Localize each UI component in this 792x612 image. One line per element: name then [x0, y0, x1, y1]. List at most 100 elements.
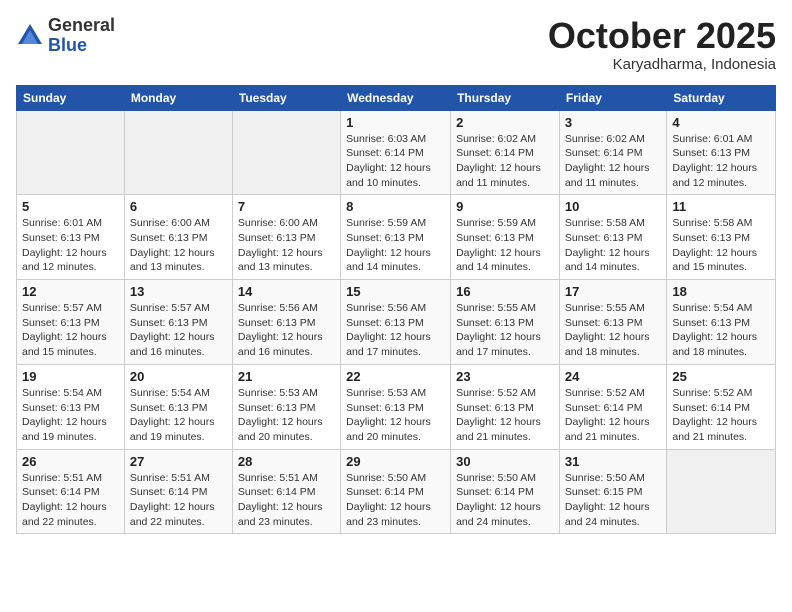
- day-detail: Sunrise: 5:59 AMSunset: 6:13 PMDaylight:…: [456, 216, 554, 275]
- day-number: 9: [456, 199, 554, 214]
- logo: General Blue: [16, 16, 115, 56]
- day-number: 2: [456, 115, 554, 130]
- calendar-cell: [232, 110, 340, 195]
- calendar-cell: 19 Sunrise: 5:54 AMSunset: 6:13 PMDayligh…: [17, 364, 125, 449]
- day-number: 23: [456, 369, 554, 384]
- calendar-cell: 25 Sunrise: 5:52 AMSunset: 6:14 PMDayligh…: [667, 364, 776, 449]
- day-detail: Sunrise: 5:58 AMSunset: 6:13 PMDaylight:…: [672, 216, 770, 275]
- day-detail: Sunrise: 5:51 AMSunset: 6:14 PMDaylight:…: [22, 471, 119, 530]
- calendar-cell: 22 Sunrise: 5:53 AMSunset: 6:13 PMDayligh…: [341, 364, 451, 449]
- calendar-cell: 1 Sunrise: 6:03 AMSunset: 6:14 PMDaylight…: [341, 110, 451, 195]
- day-detail: Sunrise: 5:57 AMSunset: 6:13 PMDaylight:…: [130, 301, 227, 360]
- day-number: 7: [238, 199, 335, 214]
- calendar-cell: 4 Sunrise: 6:01 AMSunset: 6:13 PMDaylight…: [667, 110, 776, 195]
- day-detail: Sunrise: 5:56 AMSunset: 6:13 PMDaylight:…: [238, 301, 335, 360]
- location: Karyadharma, Indonesia: [548, 56, 776, 73]
- calendar-cell: 2 Sunrise: 6:02 AMSunset: 6:14 PMDaylight…: [451, 110, 560, 195]
- day-number: 12: [22, 284, 119, 299]
- day-detail: Sunrise: 5:50 AMSunset: 6:14 PMDaylight:…: [456, 471, 554, 530]
- calendar-cell: 17Sunrise: 5:55 AMSunset: 6:13 PMDayligh…: [559, 280, 666, 365]
- calendar-cell: 9 Sunrise: 5:59 AMSunset: 6:13 PMDaylight…: [451, 195, 560, 280]
- calendar-cell: 8 Sunrise: 5:59 AMSunset: 6:13 PMDaylight…: [341, 195, 451, 280]
- day-number: 1: [346, 115, 445, 130]
- calendar-cell: 24Sunrise: 5:52 AMSunset: 6:14 PMDayligh…: [559, 364, 666, 449]
- calendar-cell: 5Sunrise: 6:01 AMSunset: 6:13 PMDaylight…: [17, 195, 125, 280]
- day-number: 31: [565, 454, 661, 469]
- day-detail: Sunrise: 6:02 AMSunset: 6:14 PMDaylight:…: [565, 132, 661, 191]
- week-row-2: 5Sunrise: 6:01 AMSunset: 6:13 PMDaylight…: [17, 195, 776, 280]
- calendar-cell: 6 Sunrise: 6:00 AMSunset: 6:13 PMDaylight…: [124, 195, 232, 280]
- day-number: 26: [22, 454, 119, 469]
- page-header: General Blue October 2025 Karyadharma, I…: [16, 16, 776, 73]
- day-number: 8: [346, 199, 445, 214]
- day-detail: Sunrise: 6:03 AMSunset: 6:14 PMDaylight:…: [346, 132, 445, 191]
- day-number: 13: [130, 284, 227, 299]
- calendar-cell: 18 Sunrise: 5:54 AMSunset: 6:13 PMDayligh…: [667, 280, 776, 365]
- day-number: 15: [346, 284, 445, 299]
- day-detail: Sunrise: 5:50 AMSunset: 6:14 PMDaylight:…: [346, 471, 445, 530]
- day-number: 27: [130, 454, 227, 469]
- weekday-header-saturday: Saturday: [667, 85, 776, 110]
- calendar-cell: 12 Sunrise: 5:57 AMSunset: 6:13 PMDayligh…: [17, 280, 125, 365]
- day-detail: Sunrise: 5:59 AMSunset: 6:13 PMDaylight:…: [346, 216, 445, 275]
- day-number: 18: [672, 284, 770, 299]
- day-number: 22: [346, 369, 445, 384]
- calendar-cell: [667, 449, 776, 534]
- week-row-4: 19 Sunrise: 5:54 AMSunset: 6:13 PMDayligh…: [17, 364, 776, 449]
- calendar-cell: 14 Sunrise: 5:56 AMSunset: 6:13 PMDayligh…: [232, 280, 340, 365]
- day-detail: Sunrise: 6:01 AMSunset: 6:13 PMDaylight:…: [672, 132, 770, 191]
- week-row-1: 1 Sunrise: 6:03 AMSunset: 6:14 PMDaylight…: [17, 110, 776, 195]
- day-detail: Sunrise: 5:51 AMSunset: 6:14 PMDaylight:…: [130, 471, 227, 530]
- calendar-table: SundayMondayTuesdayWednesdayThursdayFrid…: [16, 85, 776, 535]
- day-number: 6: [130, 199, 227, 214]
- day-number: 14: [238, 284, 335, 299]
- day-detail: Sunrise: 5:54 AMSunset: 6:13 PMDaylight:…: [130, 386, 227, 445]
- day-number: 19: [22, 369, 119, 384]
- calendar-cell: 23 Sunrise: 5:52 AMSunset: 6:13 PMDayligh…: [451, 364, 560, 449]
- day-detail: Sunrise: 5:50 AMSunset: 6:15 PMDaylight:…: [565, 471, 661, 530]
- day-detail: Sunrise: 5:52 AMSunset: 6:14 PMDaylight:…: [565, 386, 661, 445]
- weekday-header-monday: Monday: [124, 85, 232, 110]
- calendar-cell: 11 Sunrise: 5:58 AMSunset: 6:13 PMDayligh…: [667, 195, 776, 280]
- weekday-header-sunday: Sunday: [17, 85, 125, 110]
- calendar-cell: 16Sunrise: 5:55 AMSunset: 6:13 PMDayligh…: [451, 280, 560, 365]
- day-detail: Sunrise: 5:51 AMSunset: 6:14 PMDaylight:…: [238, 471, 335, 530]
- day-detail: Sunrise: 5:52 AMSunset: 6:13 PMDaylight:…: [456, 386, 554, 445]
- day-number: 5: [22, 199, 119, 214]
- month-title: October 2025: [548, 16, 776, 56]
- logo-blue: Blue: [48, 35, 87, 55]
- day-detail: Sunrise: 6:02 AMSunset: 6:14 PMDaylight:…: [456, 132, 554, 191]
- day-number: 25: [672, 369, 770, 384]
- calendar-cell: 10Sunrise: 5:58 AMSunset: 6:13 PMDayligh…: [559, 195, 666, 280]
- calendar-cell: 13 Sunrise: 5:57 AMSunset: 6:13 PMDayligh…: [124, 280, 232, 365]
- day-detail: Sunrise: 6:00 AMSunset: 6:13 PMDaylight:…: [130, 216, 227, 275]
- calendar-cell: 7Sunrise: 6:00 AMSunset: 6:13 PMDaylight…: [232, 195, 340, 280]
- calendar-cell: [17, 110, 125, 195]
- weekday-header-tuesday: Tuesday: [232, 85, 340, 110]
- day-detail: Sunrise: 5:56 AMSunset: 6:13 PMDaylight:…: [346, 301, 445, 360]
- day-detail: Sunrise: 5:53 AMSunset: 6:13 PMDaylight:…: [238, 386, 335, 445]
- calendar-cell: [124, 110, 232, 195]
- calendar-cell: 30 Sunrise: 5:50 AMSunset: 6:14 PMDayligh…: [451, 449, 560, 534]
- logo-icon: [16, 22, 44, 50]
- calendar-cell: 28 Sunrise: 5:51 AMSunset: 6:14 PMDayligh…: [232, 449, 340, 534]
- day-number: 17: [565, 284, 661, 299]
- day-number: 21: [238, 369, 335, 384]
- day-number: 4: [672, 115, 770, 130]
- calendar-cell: 31 Sunrise: 5:50 AMSunset: 6:15 PMDayligh…: [559, 449, 666, 534]
- weekday-header-row: SundayMondayTuesdayWednesdayThursdayFrid…: [17, 85, 776, 110]
- week-row-5: 26 Sunrise: 5:51 AMSunset: 6:14 PMDayligh…: [17, 449, 776, 534]
- day-detail: Sunrise: 5:53 AMSunset: 6:13 PMDaylight:…: [346, 386, 445, 445]
- day-number: 11: [672, 199, 770, 214]
- day-number: 28: [238, 454, 335, 469]
- day-number: 30: [456, 454, 554, 469]
- calendar-cell: 15 Sunrise: 5:56 AMSunset: 6:13 PMDayligh…: [341, 280, 451, 365]
- day-detail: Sunrise: 5:57 AMSunset: 6:13 PMDaylight:…: [22, 301, 119, 360]
- calendar-cell: 20Sunrise: 5:54 AMSunset: 6:13 PMDayligh…: [124, 364, 232, 449]
- day-detail: Sunrise: 5:55 AMSunset: 6:13 PMDaylight:…: [456, 301, 554, 360]
- day-detail: Sunrise: 5:54 AMSunset: 6:13 PMDaylight:…: [672, 301, 770, 360]
- day-detail: Sunrise: 5:54 AMSunset: 6:13 PMDaylight:…: [22, 386, 119, 445]
- calendar-cell: 27 Sunrise: 5:51 AMSunset: 6:14 PMDayligh…: [124, 449, 232, 534]
- day-detail: Sunrise: 5:52 AMSunset: 6:14 PMDaylight:…: [672, 386, 770, 445]
- day-detail: Sunrise: 5:58 AMSunset: 6:13 PMDaylight:…: [565, 216, 661, 275]
